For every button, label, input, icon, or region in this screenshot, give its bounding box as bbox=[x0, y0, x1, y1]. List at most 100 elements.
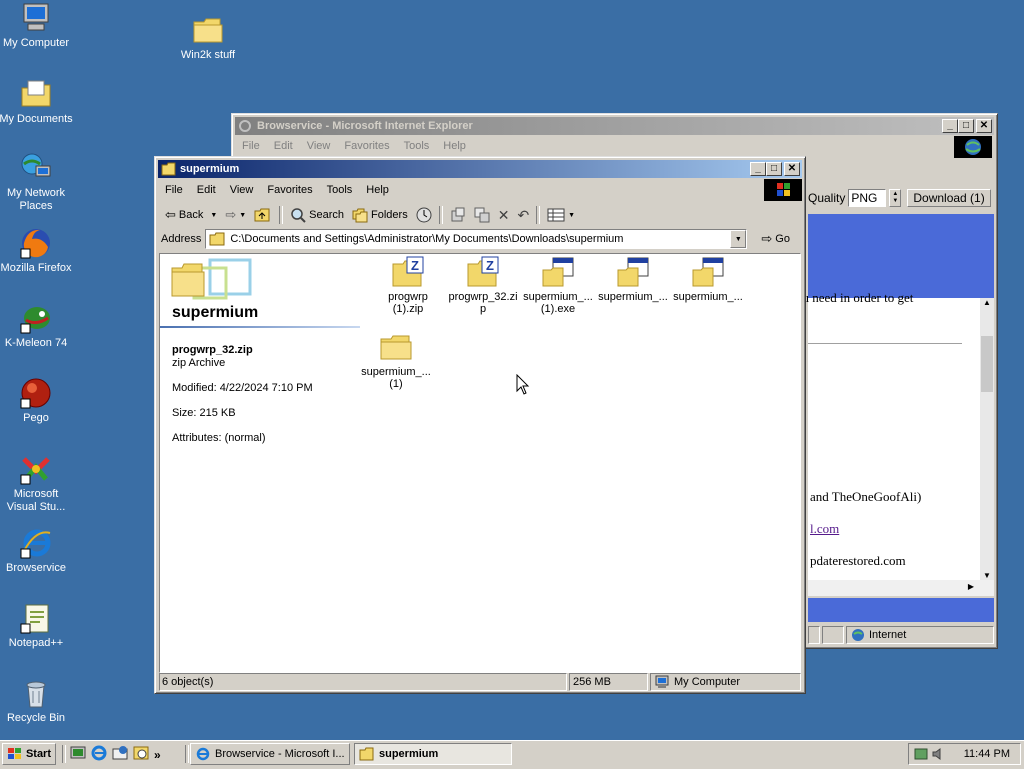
desktop-icon-browservice[interactable]: Browservice bbox=[0, 527, 74, 575]
download-button[interactable]: Download (1) bbox=[907, 189, 991, 207]
menu-file[interactable]: File bbox=[235, 140, 267, 152]
file-item[interactable]: supermium_... bbox=[595, 256, 671, 303]
visual-studio-icon bbox=[20, 453, 52, 485]
taskbar-button-label: supermium bbox=[379, 748, 439, 760]
file-name: supermium_... bbox=[598, 291, 668, 303]
delete-button[interactable]: ✕ bbox=[494, 205, 514, 225]
ie-throbber bbox=[954, 136, 992, 158]
panel-selected-type: zip Archive bbox=[172, 357, 226, 369]
ie-vertical-scrollbar[interactable]: ▲ ▼ bbox=[980, 298, 994, 580]
quality-spinner[interactable]: ▲ ▼ bbox=[889, 189, 902, 207]
file-item[interactable]: supermium_... bbox=[670, 256, 746, 303]
desktop-icon-notepad-plus-plus[interactable]: Notepad++ bbox=[0, 602, 74, 650]
back-arrow-icon: ⇦ bbox=[165, 207, 176, 222]
explorer-menubar: File Edit View Favorites Tools Help bbox=[158, 181, 802, 199]
internet-explorer-icon[interactable] bbox=[91, 745, 107, 764]
file-item[interactable]: supermium_... (1).exe bbox=[520, 256, 596, 315]
desktop-icon-pego[interactable]: Pego bbox=[0, 377, 74, 425]
close-icon: ✕ bbox=[787, 163, 797, 174]
file-name-cont: p bbox=[479, 303, 487, 315]
file-item[interactable]: Z progwrp (1).zip bbox=[370, 256, 446, 315]
back-button[interactable]: ⇦ Back ▼ bbox=[161, 205, 221, 225]
search-button[interactable]: Search bbox=[286, 205, 348, 225]
desktop-icon-my-computer[interactable]: My Computer bbox=[0, 2, 74, 50]
address-dropdown[interactable]: ▼ bbox=[730, 230, 747, 248]
file-name: supermium_... bbox=[673, 291, 743, 303]
ie-titlebar[interactable]: Browservice - Microsoft Internet Explore… bbox=[235, 117, 994, 135]
move-to-button[interactable] bbox=[446, 205, 470, 225]
minimize-button[interactable]: _ bbox=[750, 162, 766, 176]
close-button[interactable]: ✕ bbox=[784, 162, 800, 176]
maximize-button[interactable]: □ bbox=[766, 162, 782, 176]
scroll-down-icon[interactable]: ▼ bbox=[980, 571, 994, 580]
maximize-icon: □ bbox=[770, 163, 778, 174]
scroll-thumb[interactable] bbox=[981, 336, 993, 392]
minimize-button[interactable]: _ bbox=[942, 119, 958, 133]
menu-view[interactable]: View bbox=[300, 140, 338, 152]
undo-icon: ↶ bbox=[517, 206, 530, 223]
ie-horizontal-scrollbar[interactable]: ▶ bbox=[808, 580, 994, 596]
tray-icons bbox=[913, 747, 947, 761]
start-button[interactable]: Start bbox=[2, 743, 56, 765]
desktop-icon-recycle-bin[interactable]: Recycle Bin bbox=[0, 677, 74, 725]
menu-help[interactable]: Help bbox=[436, 140, 473, 152]
up-folder-icon bbox=[254, 208, 270, 222]
content-link[interactable]: l.com bbox=[810, 521, 839, 537]
chevron-right-icon[interactable]: » bbox=[154, 748, 161, 762]
taskbar-button-browservice[interactable]: Browservice - Microsoft I... bbox=[190, 743, 350, 765]
clock[interactable]: 11:44 PM bbox=[964, 748, 1016, 760]
show-desktop-icon[interactable] bbox=[70, 745, 86, 764]
desktop-icon-network-places[interactable]: My Network Places bbox=[0, 152, 74, 213]
folders-button[interactable]: Folders bbox=[348, 205, 412, 225]
menu-file[interactable]: File bbox=[158, 184, 190, 196]
status-objects: 6 object(s) bbox=[159, 673, 567, 691]
scroll-up-icon[interactable]: ▲ bbox=[980, 298, 994, 307]
explorer-titlebar[interactable]: supermium _ □ ✕ bbox=[158, 160, 802, 178]
outlook-express-icon[interactable] bbox=[112, 745, 128, 764]
menu-favorites[interactable]: Favorites bbox=[260, 184, 319, 196]
file-item[interactable]: supermium_... (1) bbox=[358, 331, 434, 390]
content-line: ou need in order to get bbox=[796, 290, 914, 305]
globe-icon bbox=[965, 139, 981, 155]
desktop-icon-k-meleon[interactable]: K-Meleon 74 bbox=[0, 302, 74, 350]
undo-button[interactable]: ↶ bbox=[513, 205, 533, 225]
menu-favorites[interactable]: Favorites bbox=[337, 140, 396, 152]
menu-edit[interactable]: Edit bbox=[190, 184, 223, 196]
folder-icon bbox=[161, 162, 177, 176]
menu-view[interactable]: View bbox=[223, 184, 261, 196]
ie-statusbar: Internet bbox=[808, 626, 994, 644]
desktop-icon-firefox[interactable]: Mozilla Firefox bbox=[0, 227, 74, 275]
dropdown-arrow-icon[interactable]: ▼ bbox=[239, 212, 246, 219]
file-view[interactable]: supermium progwrp_32.zip zip Archive Mod… bbox=[159, 253, 801, 673]
volume-icon[interactable] bbox=[931, 747, 947, 761]
ie-title-icon bbox=[238, 119, 254, 133]
dropdown-arrow-icon[interactable]: ▼ bbox=[210, 212, 217, 219]
desktop-icon-visual-studio[interactable]: Microsoft Visual Stu... bbox=[0, 453, 74, 514]
go-button[interactable]: ⇨ Go bbox=[757, 229, 794, 249]
menu-edit[interactable]: Edit bbox=[267, 140, 300, 152]
copy-to-button[interactable] bbox=[470, 205, 494, 225]
quality-label: Quality bbox=[808, 191, 846, 205]
explorer-title-text: supermium bbox=[180, 163, 240, 175]
history-button[interactable] bbox=[412, 205, 436, 225]
scroll-right-icon[interactable]: ▶ bbox=[968, 582, 974, 591]
file-item[interactable]: Z progwrp_32.zi p bbox=[445, 256, 521, 315]
menu-tools[interactable]: Tools bbox=[320, 184, 360, 196]
address-label: Address bbox=[161, 233, 202, 245]
tray-tool-icon[interactable] bbox=[913, 747, 929, 761]
address-input[interactable]: C:\Documents and Settings\Administrator\… bbox=[205, 229, 748, 249]
menu-help[interactable]: Help bbox=[359, 184, 396, 196]
desktop-icon-my-documents[interactable]: My Documents bbox=[0, 78, 74, 126]
taskbar-button-supermium[interactable]: supermium bbox=[354, 743, 512, 765]
views-button[interactable]: ▼ bbox=[543, 205, 579, 225]
forward-button[interactable]: ⇨ ▼ bbox=[221, 205, 250, 225]
desktop-icon-win2k-stuff[interactable]: Win2k stuff bbox=[170, 14, 246, 62]
status-zone: Internet bbox=[846, 626, 994, 644]
maximize-button[interactable]: □ bbox=[958, 119, 974, 133]
media-icon[interactable] bbox=[133, 745, 149, 764]
quality-select[interactable]: PNG bbox=[848, 189, 887, 207]
close-button[interactable]: ✕ bbox=[976, 119, 992, 133]
explorer-window[interactable]: supermium _ □ ✕ File Edit View Favorites… bbox=[154, 156, 806, 694]
menu-tools[interactable]: Tools bbox=[397, 140, 437, 152]
up-folder-button[interactable] bbox=[250, 205, 276, 225]
